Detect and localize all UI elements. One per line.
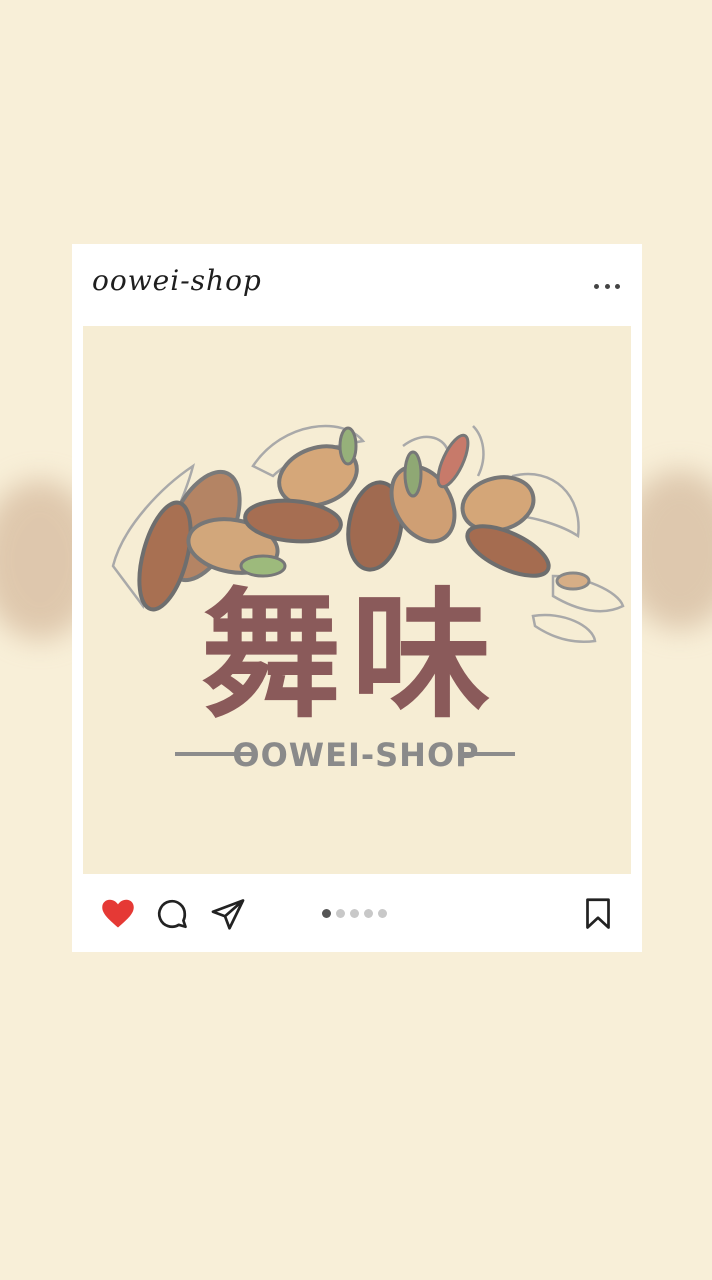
shop-logo: 舞味 OOWEI-SHOP: [111, 424, 625, 774]
bookmark-icon: [586, 898, 610, 929]
carousel-dot: [336, 909, 345, 918]
carousel-indicator: [322, 909, 387, 919]
share-button[interactable]: [210, 896, 246, 932]
logo-title: 舞味: [201, 575, 501, 738]
comment-button[interactable]: [154, 896, 190, 932]
more-horizontal-icon: [594, 283, 599, 289]
carousel-dot: [364, 909, 373, 918]
logo-subtitle: OOWEI-SHOP: [232, 736, 479, 774]
post-action-bar: [72, 874, 642, 952]
username[interactable]: oowei-shop: [92, 264, 262, 297]
more-options-button[interactable]: [594, 274, 620, 298]
post-card: oowei-shop 舞味 OOWEI-SHOP: [72, 244, 642, 952]
heart-filled-icon: [102, 899, 134, 928]
carousel-dot: [350, 909, 359, 918]
carousel-dot: [378, 909, 387, 918]
save-button[interactable]: [580, 896, 616, 932]
carousel-dot: [322, 909, 331, 918]
post-image[interactable]: 舞味 OOWEI-SHOP: [83, 326, 631, 874]
post-header: oowei-shop: [72, 244, 642, 326]
send-paper-plane-icon: [211, 899, 245, 930]
comment-bubble-icon: [157, 899, 187, 929]
like-button[interactable]: [100, 896, 136, 932]
